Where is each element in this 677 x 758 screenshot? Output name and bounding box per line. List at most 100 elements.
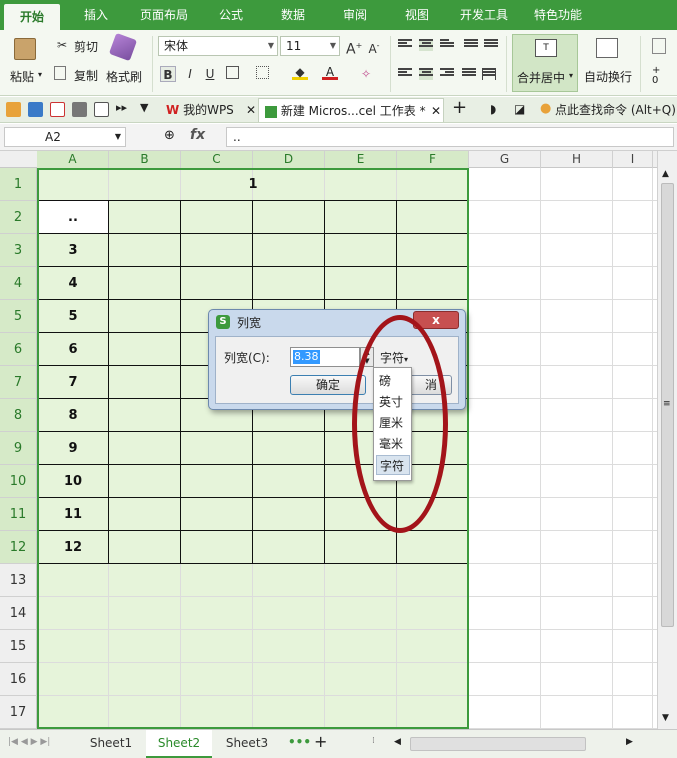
tab-data[interactable]: 数据	[268, 0, 318, 30]
horizontal-scroll-thumb[interactable]	[410, 737, 586, 751]
row-header-5[interactable]: 5	[0, 300, 37, 333]
cell-grid[interactable]: 1.. 3 4 5 6 7 8 9 10 11 12	[37, 168, 657, 729]
font-size-select[interactable]: 11 ▼	[280, 36, 340, 56]
fill-color-icon[interactable]: ◆	[292, 64, 308, 80]
tab-page-layout[interactable]: 页面布局	[132, 0, 196, 30]
scroll-left-icon[interactable]: ◀	[394, 737, 401, 747]
column-header-h[interactable]: H	[541, 151, 613, 168]
column-header-c[interactable]: C	[181, 151, 253, 168]
chevron-down-icon[interactable]: ▼	[140, 101, 148, 114]
print-preview-icon[interactable]	[94, 102, 109, 117]
cell-a8[interactable]: 8	[37, 399, 109, 432]
export-pdf-icon[interactable]	[50, 102, 65, 117]
column-header-f[interactable]: F	[397, 151, 469, 168]
close-icon[interactable]: ✕	[246, 98, 256, 122]
cell-border-icon[interactable]	[256, 66, 269, 79]
scissors-icon[interactable]: ✂	[54, 37, 70, 53]
cell-a7[interactable]: 7	[37, 366, 109, 399]
format-painter-button[interactable]: 格式刷	[106, 68, 142, 85]
tab-insert[interactable]: 插入	[70, 0, 122, 30]
paste-icon[interactable]	[14, 38, 36, 60]
justify-icon[interactable]	[462, 68, 476, 80]
distribute-icon[interactable]	[482, 68, 496, 80]
formula-input[interactable]: ..	[226, 127, 674, 147]
nav-icon[interactable]: ◗	[490, 102, 496, 116]
tab-home[interactable]: 开始	[4, 4, 60, 30]
scroll-right-icon[interactable]: ▶	[626, 737, 633, 747]
cell-a2[interactable]: ..	[37, 201, 109, 234]
column-header-i[interactable]: I	[613, 151, 653, 168]
tab-special[interactable]: 特色功能	[526, 0, 590, 30]
folder-icon[interactable]	[6, 102, 21, 117]
chevron-down-icon[interactable]: ▼	[115, 128, 121, 146]
save-icon[interactable]	[28, 102, 43, 117]
cell-a11[interactable]: 11	[37, 498, 109, 531]
sheet-tab-1[interactable]: Sheet1	[80, 730, 142, 758]
merged-header-cell[interactable]: 1	[37, 168, 469, 201]
column-width-input[interactable]: 8.38	[290, 347, 360, 367]
column-header-e[interactable]: E	[325, 151, 397, 168]
bold-icon[interactable]: B	[160, 66, 176, 82]
align-middle-icon[interactable]	[419, 39, 433, 51]
decrease-font-icon[interactable]: A-	[366, 38, 382, 56]
column-header-d[interactable]: D	[253, 151, 325, 168]
row-header-12[interactable]: 12	[0, 531, 37, 564]
align-right-icon[interactable]	[440, 68, 454, 80]
format-painter-icon[interactable]	[108, 32, 138, 62]
close-icon[interactable]: ✕	[431, 99, 441, 123]
tab-view[interactable]: 视图	[392, 0, 442, 30]
number-format-icon[interactable]	[652, 38, 666, 54]
tab-mywps[interactable]: W 我的WPS ✕	[160, 98, 258, 122]
sheet-tab-2[interactable]: Sheet2	[146, 730, 212, 758]
align-top-icon[interactable]	[398, 39, 412, 51]
underline-icon[interactable]: U	[202, 66, 218, 82]
cell-a4[interactable]: 4	[37, 267, 109, 300]
row-header-17[interactable]: 17	[0, 696, 37, 729]
row-header-15[interactable]: 15	[0, 630, 37, 663]
paste-button[interactable]: 粘贴	[10, 68, 34, 85]
row-header-9[interactable]: 9	[0, 432, 37, 465]
row-header-10[interactable]: 10	[0, 465, 37, 498]
more-sheets-icon[interactable]: •••	[288, 735, 311, 749]
cell-a6[interactable]: 6	[37, 333, 109, 366]
tab-developer[interactable]: 开发工具	[452, 0, 516, 30]
align-center-icon[interactable]	[419, 68, 433, 80]
scroll-up-icon[interactable]: ▲	[662, 169, 669, 179]
column-header-a[interactable]: A	[37, 151, 109, 168]
window-icon[interactable]: ◪	[514, 102, 525, 116]
copy-icon[interactable]	[54, 66, 66, 80]
cell-a9[interactable]: 9	[37, 432, 109, 465]
print-icon[interactable]	[72, 102, 87, 117]
row-header-13[interactable]: 13	[0, 564, 37, 597]
indent-increase-icon[interactable]	[484, 39, 498, 51]
more-icon[interactable]: ▸▸	[116, 101, 127, 114]
cell-a3[interactable]: 3	[37, 234, 109, 267]
command-search[interactable]: 点此查找命令 (Alt+Q)	[555, 101, 676, 118]
row-header-1[interactable]: 1	[0, 168, 37, 201]
vertical-scrollbar[interactable]: ▲ ≡ ▼	[657, 151, 677, 729]
column-header-b[interactable]: B	[109, 151, 181, 168]
row-header-7[interactable]: 7	[0, 366, 37, 399]
copy-button[interactable]: 复制	[74, 67, 98, 84]
auto-wrap-button[interactable]: 自动换行	[584, 68, 632, 85]
percent-icon[interactable]: +0	[652, 66, 660, 86]
column-header-g[interactable]: G	[469, 151, 541, 168]
name-box[interactable]: A2 ▼	[4, 127, 126, 147]
align-bottom-icon[interactable]	[440, 39, 454, 51]
indent-decrease-icon[interactable]	[464, 39, 478, 51]
clear-format-icon[interactable]: ✧	[358, 66, 374, 82]
cell-a5[interactable]: 5	[37, 300, 109, 333]
font-name-select[interactable]: 宋体 ▼	[158, 36, 278, 56]
font-color-icon[interactable]: A	[322, 64, 338, 80]
row-header-8[interactable]: 8	[0, 399, 37, 432]
tab-document[interactable]: 新建 Micros...cel 工作表 * ✕	[258, 98, 444, 122]
paste-chevron-down-icon[interactable]: ▾	[38, 70, 42, 79]
row-header-14[interactable]: 14	[0, 597, 37, 630]
add-sheet-icon[interactable]: +	[314, 732, 327, 751]
cut-button[interactable]: 剪切	[74, 38, 98, 55]
sheet-tab-3[interactable]: Sheet3	[216, 730, 278, 758]
scroll-down-icon[interactable]: ▼	[662, 713, 669, 723]
align-left-icon[interactable]	[398, 68, 412, 80]
row-header-2[interactable]: 2	[0, 201, 37, 234]
border-icon[interactable]	[226, 66, 239, 79]
